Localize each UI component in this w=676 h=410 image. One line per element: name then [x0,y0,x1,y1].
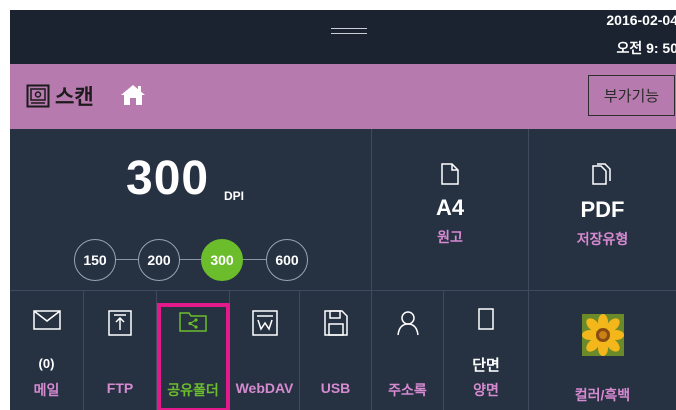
scan-settings-panel: 300 DPI 150 200 300 600 A4 원고 PDF 저장유형 (… [10,129,676,410]
scan-screen: 2016-02-04 오전 9: 50 스캔 부가기능 300 DPI 150 … [10,10,676,410]
page-icon [478,308,494,330]
envelope-icon [32,310,61,330]
original-size-value: A4 [435,195,465,220]
color-mode-label: 컬러/흑백 [574,387,631,403]
page-title: 스캔 [55,86,94,109]
webdav-icon [251,310,278,336]
scan-doc-icon [26,84,50,108]
original-size-label: 원고 [437,229,463,245]
upload-box-icon [108,310,132,336]
shared-folder-icon [179,312,207,332]
duplex-button[interactable]: 단면 양면 [444,290,528,410]
duplex-label: 양면 [473,382,499,398]
usb-button[interactable]: USB [300,290,371,410]
save-disk-icon [323,310,348,336]
person-icon [396,311,419,336]
extra-functions-button[interactable]: 부가기능 [588,75,675,116]
email-button[interactable]: (0) 메일 [10,290,83,410]
ftp-button[interactable]: FTP [84,290,156,410]
ftp-label: FTP [106,380,134,396]
file-type-label: 저장유형 [576,231,629,247]
resolution-value: 300 [126,152,210,205]
original-size-setting[interactable]: A4 원고 [372,129,528,290]
page-icon [441,163,459,185]
shared-folder-label: 공유폴더 [167,382,219,398]
status-bar: 2016-02-04 오전 9: 50 [10,10,676,64]
resolution-unit: DPI [224,189,245,203]
title-bar: 스캔 부가기능 [10,64,676,129]
pull-down-handle[interactable] [331,28,367,36]
status-date: 2016-02-04 [606,12,676,28]
address-book-button[interactable]: 주소록 [372,290,443,410]
address-book-label: 주소록 [388,382,427,398]
webdav-button[interactable]: WebDAV [230,290,299,410]
file-type-setting[interactable]: PDF 저장유형 [529,129,676,290]
resolution-option-200[interactable]: 200 [138,239,180,281]
status-time: 오전 9: 50 [616,40,676,56]
resolution-option-600[interactable]: 600 [266,239,308,281]
webdav-label: WebDAV [235,380,294,396]
usb-label: USB [320,380,351,396]
resolution-option-300[interactable]: 300 [201,239,243,281]
shared-folder-button[interactable]: 공유폴더 [157,290,229,410]
color-mode-button[interactable]: 컬러/흑백 [529,290,676,410]
resolution-option-150[interactable]: 150 [74,239,116,281]
duplex-value: 단면 [472,357,500,374]
pages-icon [591,163,611,185]
flower-icon [581,314,624,356]
email-count: (0) [38,356,55,371]
email-label: 메일 [33,382,60,398]
home-icon[interactable] [120,83,146,107]
file-type-value: PDF [580,197,625,222]
